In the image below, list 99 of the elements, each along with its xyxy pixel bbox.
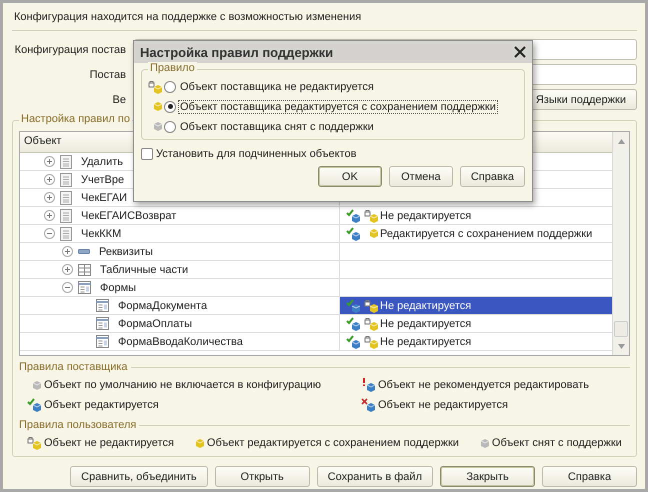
cube-icon bbox=[154, 102, 162, 111]
dialog-title: Настройка правил поддержки bbox=[140, 44, 334, 60]
legend-label: Объект по умолчанию не включается в конфигурацию bbox=[44, 379, 322, 391]
collapse-icon[interactable] bbox=[44, 228, 55, 239]
expand-icon[interactable] bbox=[62, 246, 73, 257]
check-cube-icon bbox=[346, 208, 360, 222]
lock-cube-icon bbox=[364, 298, 378, 312]
status-text: Не редактируется bbox=[380, 336, 472, 348]
scroll-thumb[interactable] bbox=[614, 321, 628, 337]
document-icon bbox=[60, 226, 72, 240]
check-cube-icon bbox=[346, 334, 360, 348]
dialog-button[interactable]: Справка bbox=[460, 166, 525, 187]
footer-button[interactable]: Закрыть bbox=[440, 466, 535, 487]
status-text: Не редактируется bbox=[380, 318, 472, 330]
radio-label: Объект поставщика редактируется с сохранением поддержки bbox=[178, 100, 498, 114]
tree-item-label: Табличные части bbox=[100, 264, 188, 276]
expand-icon[interactable] bbox=[44, 156, 55, 167]
status-text: Не редактируется bbox=[380, 300, 472, 312]
exclamation-cube-icon bbox=[361, 378, 375, 392]
scrollbar[interactable] bbox=[612, 132, 629, 355]
table-icon bbox=[78, 264, 91, 276]
tree-row[interactable]: ФормаОплаты Не редактируется bbox=[20, 315, 612, 333]
tree-item-label: ФормаВводаКоличества bbox=[118, 336, 243, 348]
legend-label: Объект не рекомендуется редактировать bbox=[378, 379, 590, 391]
check-cube-icon bbox=[27, 398, 41, 412]
legend-label: Объект редактируется bbox=[44, 399, 159, 411]
down-arrow-icon[interactable] bbox=[618, 344, 624, 348]
radio-label: Объект поставщика снят с поддержки bbox=[179, 120, 375, 134]
cube-icon bbox=[370, 229, 378, 238]
status-text: Не редактируется bbox=[380, 210, 472, 222]
tree-item-label: Удалить bbox=[81, 156, 123, 168]
document-icon bbox=[60, 190, 72, 204]
tree-row[interactable]: ФормаДокумента Не редактируется bbox=[20, 297, 612, 315]
document-icon bbox=[60, 154, 72, 168]
legend-label: Объект снят с поддержки bbox=[492, 437, 622, 449]
legend-label: Объект редактируется с сохранением поддержки bbox=[206, 437, 459, 449]
section-title: Правила пользователя bbox=[19, 419, 136, 431]
pale-cube-icon bbox=[480, 438, 489, 448]
tree-row[interactable]: ЧекККМ Редактируется с сохранением поддержки bbox=[20, 225, 612, 243]
footer-button[interactable]: Справка bbox=[542, 466, 637, 487]
check-cube-icon bbox=[346, 316, 360, 330]
check-cube-icon bbox=[346, 298, 360, 312]
lock-cube-icon bbox=[364, 208, 378, 222]
tree-item-label: ЧекККМ bbox=[81, 228, 122, 240]
expand-icon[interactable] bbox=[44, 174, 55, 185]
dialog-button[interactable]: Отмена bbox=[388, 166, 453, 187]
expand-icon[interactable] bbox=[44, 210, 55, 221]
tree-row[interactable]: ФормаВводаКоличества Не редактируется bbox=[20, 333, 612, 351]
tree-item-label: ЧекЕГАИ bbox=[81, 192, 128, 204]
cross-cube-icon bbox=[361, 398, 375, 412]
collapse-icon[interactable] bbox=[62, 282, 73, 293]
status-text: Редактируется с сохранением поддержки bbox=[380, 228, 592, 240]
field-label: Конфигурация постав bbox=[14, 44, 127, 56]
legend-label: Объект не редактируется bbox=[378, 399, 508, 411]
form-icon bbox=[96, 335, 109, 348]
lock-cube-icon bbox=[27, 436, 41, 450]
lock-cube-icon bbox=[364, 316, 378, 330]
form-icon bbox=[96, 317, 109, 330]
pale-cube-icon bbox=[33, 380, 41, 390]
group-title: Настройка правил по bbox=[19, 113, 132, 125]
document-icon bbox=[60, 208, 72, 222]
tree-row[interactable]: Реквизиты bbox=[20, 243, 612, 261]
checkbox-label: Установить для подчиненных объектов bbox=[156, 148, 356, 160]
radio-button[interactable] bbox=[164, 100, 176, 112]
section-title: Правила поставщика bbox=[19, 361, 128, 373]
radio-button[interactable] bbox=[164, 120, 176, 132]
cube-icon bbox=[196, 438, 204, 448]
tree-row[interactable]: Табличные части bbox=[20, 261, 612, 279]
document-icon bbox=[60, 172, 72, 186]
tree-row[interactable]: ЧекЕГАИСВозврат Не редактируется bbox=[20, 207, 612, 225]
tree-item-label: ФормаДокумента bbox=[118, 300, 208, 312]
footer-button[interactable]: Сохранить в файл bbox=[316, 466, 433, 487]
tree-item-label: Реквизиты bbox=[99, 246, 153, 258]
check-cube-icon bbox=[346, 226, 360, 240]
footer-button[interactable]: Открыть bbox=[214, 466, 310, 487]
tree-item-label: ЧекЕГАИСВозврат bbox=[81, 210, 176, 222]
lock-cube-icon bbox=[364, 334, 378, 348]
close-icon[interactable] bbox=[514, 46, 526, 58]
pale-cube-icon bbox=[154, 122, 162, 131]
dash-icon bbox=[78, 249, 90, 254]
up-arrow-icon[interactable] bbox=[618, 138, 624, 144]
checkbox[interactable] bbox=[141, 148, 153, 160]
radio-label: Объект поставщика не редактируется bbox=[179, 80, 375, 94]
form-icon bbox=[96, 299, 109, 312]
legend-label: Объект не редактируется bbox=[44, 437, 174, 449]
field-label: Ве bbox=[112, 94, 127, 106]
form-icon bbox=[78, 281, 91, 294]
dialog-button[interactable]: OK bbox=[318, 166, 382, 187]
field-label: Постав bbox=[88, 68, 127, 80]
radio-button[interactable] bbox=[164, 80, 176, 92]
window-title: Конфигурация находится на поддержке с возможностью изменения bbox=[12, 9, 637, 31]
tree-item-label: Формы bbox=[100, 282, 136, 294]
expand-icon[interactable] bbox=[62, 264, 73, 275]
expand-icon[interactable] bbox=[44, 192, 55, 203]
footer-button[interactable]: Сравнить, объединить bbox=[70, 466, 208, 487]
tree-item-label: УчетВре bbox=[81, 174, 124, 186]
group-title: Правило bbox=[148, 62, 197, 74]
lock-cube-icon bbox=[148, 80, 162, 94]
tree-item-label: ФормаОплаты bbox=[118, 318, 192, 330]
